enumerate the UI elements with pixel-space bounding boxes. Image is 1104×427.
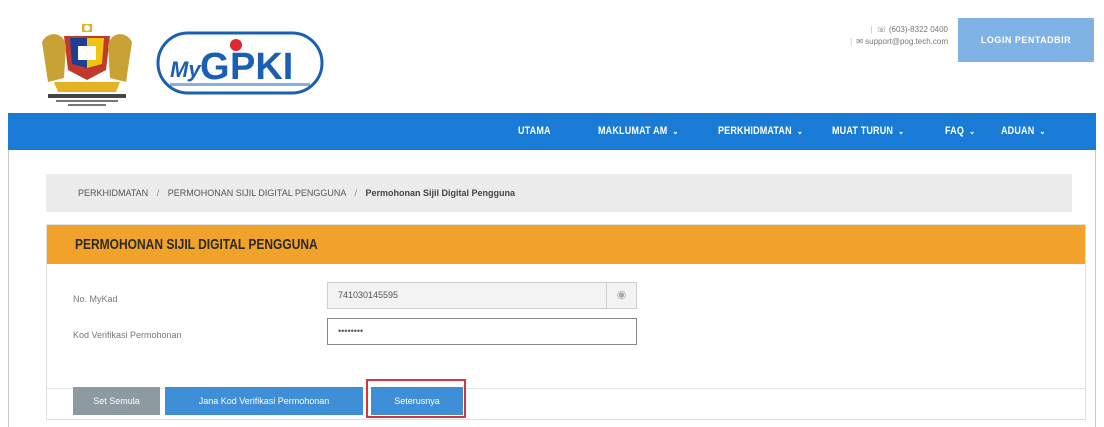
next-button-highlight: [366, 379, 466, 418]
panel-header: PERMOHONAN SIJIL DIGITAL PENGGUNA: [47, 225, 1085, 264]
nav-item-faq[interactable]: FAQ ⌄: [945, 113, 975, 150]
site-header: My G PKI | ☏ (603)-8322 0400 | ✉ support@p…: [8, 0, 1096, 113]
main-nav: UTAMA MAKLUMAT AM ⌄ PERKHIDMATAN ⌄ MUAT TU…: [8, 113, 1096, 150]
nav-item-perkhidmatan[interactable]: PERKHIDMATAN ⌄: [718, 113, 803, 150]
breadcrumb-item-permohonan[interactable]: PERMOHONAN SIJIL DIGITAL PENGGUNA: [168, 188, 346, 198]
generate-verification-code-button[interactable]: Jana Kod Verifikasi Permohonan: [165, 387, 363, 415]
mykad-input[interactable]: 741030145595 ◉: [327, 282, 637, 309]
breadcrumb-current: Permohonan Sijil Digital Pengguna: [365, 188, 515, 198]
application-panel: PERMOHONAN SIJIL DIGITAL PENGGUNA No. My…: [46, 224, 1086, 420]
contact-phone: | ☏ (603)-8322 0400: [870, 25, 948, 34]
chevron-down-icon: ⌄: [796, 126, 804, 136]
svg-text:G: G: [200, 46, 230, 88]
nav-item-muat-turun[interactable]: MUAT TURUN ⌄: [832, 113, 904, 150]
mykad-value: 741030145595: [338, 290, 399, 300]
mygpki-logo[interactable]: My G PKI: [156, 27, 324, 99]
contact-email[interactable]: | ✉ support@pog.tech.com: [798, 36, 948, 48]
chevron-down-icon: ⌄: [968, 126, 976, 136]
mykad-label: No. MyKad: [73, 294, 118, 304]
chevron-down-icon: ⌄: [672, 126, 679, 136]
eye-icon[interactable]: ◉: [606, 283, 636, 308]
email-icon: ✉: [856, 37, 866, 46]
chevron-down-icon: ⌄: [898, 126, 905, 136]
breadcrumb-separator: /: [156, 188, 160, 198]
reset-button[interactable]: Set Semula: [73, 387, 160, 415]
verification-code-label: Kod Verifikasi Permohonan: [73, 330, 182, 340]
breadcrumb-separator: /: [354, 188, 357, 198]
verification-code-input[interactable]: ••••••••: [327, 318, 637, 345]
contact-info: | ☏ (603)-8322 0400 | ✉ support@pog.tech.c…: [798, 24, 948, 48]
breadcrumb: PERKHIDMATAN / PERMOHONAN SIJIL DIGITAL …: [46, 174, 1072, 212]
coat-of-arms-icon: [34, 22, 140, 108]
breadcrumb-item-perkhidmatan[interactable]: PERKHIDMATAN: [78, 188, 148, 198]
nav-item-maklumat-am[interactable]: MAKLUMAT AM ⌄: [598, 113, 679, 150]
nav-item-aduan[interactable]: ADUAN ⌄: [1001, 113, 1046, 150]
svg-text:PKI: PKI: [230, 46, 293, 88]
panel-form: No. MyKad 741030145595 ◉ Kod Verifikasi …: [47, 264, 1085, 389]
chevron-down-icon: ⌄: [1039, 126, 1046, 136]
nav-item-utama[interactable]: UTAMA: [518, 113, 551, 150]
verification-code-value: ••••••••: [338, 326, 364, 336]
svg-text:My: My: [170, 57, 202, 82]
phone-icon: ☏: [876, 25, 889, 34]
panel-title: PERMOHONAN SIJIL DIGITAL PENGGUNA: [75, 236, 318, 253]
admin-login-button[interactable]: LOGIN PENTADBIR: [958, 18, 1094, 62]
